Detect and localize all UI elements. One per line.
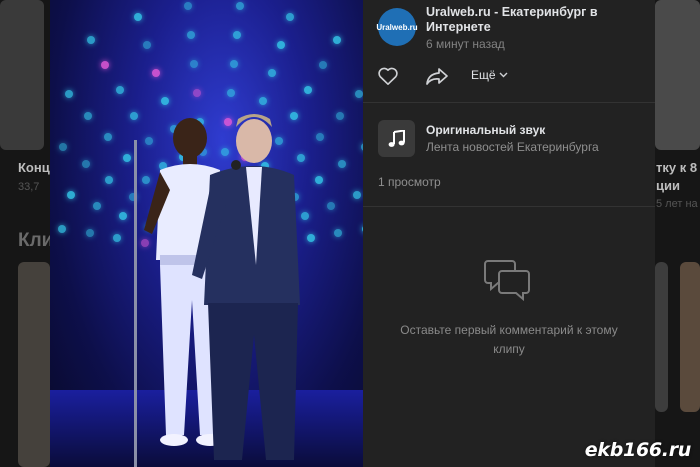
stage-light <box>335 111 344 120</box>
comments-icon <box>484 260 530 302</box>
stage-light <box>105 176 114 185</box>
stage-light <box>193 89 202 98</box>
background-thumbnail-left[interactable] <box>0 0 44 150</box>
stage-light <box>277 41 286 50</box>
stage-light <box>259 96 268 105</box>
stage-light <box>304 86 313 95</box>
performer-right <box>192 114 300 460</box>
share-icon <box>426 68 448 85</box>
background-card-meta-right: 5 лет на <box>656 198 698 210</box>
stage-light <box>286 13 295 22</box>
stage-light <box>142 41 151 50</box>
stage-light <box>133 13 142 22</box>
stage-light <box>235 1 244 10</box>
stage-light <box>65 90 74 99</box>
author-name-link[interactable]: Uralweb.ru - Екатеринбург в Интернете <box>426 5 636 35</box>
stage-light <box>187 30 196 39</box>
background-thumbnail-left-bottom[interactable] <box>18 262 50 467</box>
background-thumbnail-right-bottom-b[interactable] <box>680 262 700 412</box>
stage-light <box>151 68 160 77</box>
stage-light <box>86 36 95 45</box>
watermark: ekb166.ru <box>584 439 692 461</box>
stage-light <box>103 132 112 141</box>
stage-light <box>84 111 93 120</box>
like-button[interactable] <box>376 64 400 88</box>
background-card-meta-left: 33,7 <box>18 181 40 193</box>
stage-light <box>82 159 91 168</box>
mic-stand <box>134 140 137 467</box>
sound-source: Лента новостей Екатеринбурга <box>426 140 599 154</box>
sound-title-link[interactable]: Оригинальный звук <box>426 123 545 137</box>
stage-light <box>113 233 122 242</box>
stage-light <box>66 190 75 199</box>
background-section-heading: Кли <box>18 230 54 251</box>
stage-light <box>118 212 127 221</box>
background-thumbnail-right[interactable] <box>655 0 700 150</box>
sound-cover[interactable] <box>378 120 415 157</box>
stage-light <box>85 229 94 238</box>
stage-light <box>184 1 193 10</box>
view-count: 1 просмотр <box>378 175 441 189</box>
share-button[interactable] <box>424 64 450 88</box>
background-card-title-right: тку к 8 М <box>656 160 700 175</box>
stage-light <box>101 61 110 70</box>
stage-light <box>92 201 101 210</box>
background-card-title-left: Конц <box>18 160 50 175</box>
stage-light <box>190 60 199 69</box>
stage-light <box>226 89 235 98</box>
stage-light <box>354 90 363 99</box>
stage-light <box>353 190 362 199</box>
stage-light <box>268 68 277 77</box>
stage-light <box>333 36 342 45</box>
background-card-subtitle-right: ции <box>656 178 680 193</box>
heart-icon <box>378 67 398 85</box>
stage-light <box>327 201 336 210</box>
stage-light <box>57 224 66 233</box>
more-menu-button[interactable]: Ещё <box>471 68 508 82</box>
post-time: 6 минут назад <box>426 37 505 51</box>
author-avatar-text: Uralweb.ru <box>376 22 418 32</box>
more-label: Ещё <box>471 68 496 82</box>
stage-light <box>337 159 346 168</box>
empty-comments-message: Оставьте первый комментарий к этому клип… <box>400 323 618 356</box>
chevron-down-icon <box>499 72 508 78</box>
stage-light <box>229 60 238 69</box>
stage-light <box>115 86 124 95</box>
clip-info-panel: Uralweb.ru Uralweb.ru - Екатеринбург в И… <box>363 0 655 467</box>
stage-light <box>318 61 327 70</box>
divider-top <box>363 102 655 103</box>
author-avatar[interactable]: Uralweb.ru <box>376 8 418 46</box>
background-thumbnail-right-bottom-a[interactable] <box>655 262 668 412</box>
stage-light <box>232 30 241 39</box>
music-note-icon <box>388 129 405 147</box>
divider-bottom <box>363 206 655 207</box>
clip-video[interactable] <box>50 0 363 467</box>
stage-light <box>58 143 67 152</box>
stage-light <box>334 229 343 238</box>
